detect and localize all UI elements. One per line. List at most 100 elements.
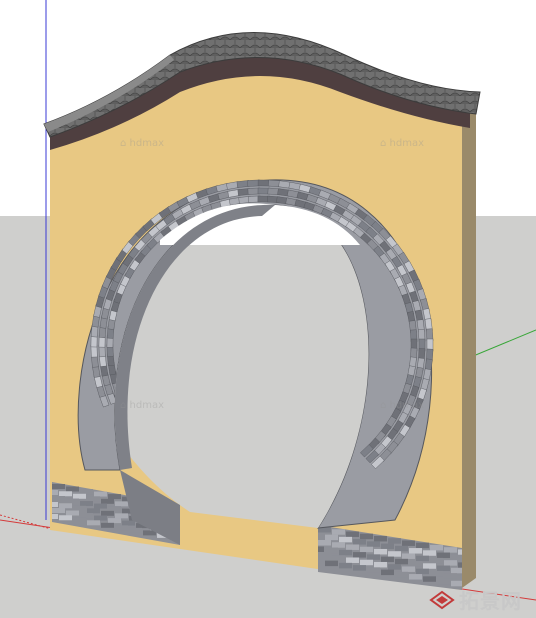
brick — [395, 558, 408, 565]
brick — [80, 501, 93, 507]
brick — [332, 555, 345, 561]
brick — [395, 545, 408, 552]
brick — [444, 573, 457, 579]
brick — [52, 502, 58, 507]
brick — [325, 547, 338, 554]
brick — [430, 570, 443, 577]
brick — [122, 520, 135, 526]
brick — [430, 557, 443, 564]
brick — [388, 538, 401, 544]
brick — [353, 552, 366, 558]
brick — [395, 571, 408, 578]
brick — [87, 496, 100, 502]
brick — [73, 517, 86, 523]
brick — [94, 515, 107, 521]
brick — [318, 559, 324, 565]
brick — [318, 540, 331, 546]
brick — [73, 505, 86, 511]
brick — [458, 549, 462, 555]
brick — [416, 555, 429, 562]
brick — [115, 513, 128, 519]
brick — [388, 551, 401, 557]
brick — [423, 563, 436, 569]
brick — [59, 491, 72, 497]
brick — [381, 543, 394, 550]
brick — [339, 562, 352, 569]
brick — [59, 503, 72, 509]
brick — [458, 562, 462, 568]
brick — [381, 569, 394, 576]
brick — [332, 529, 345, 535]
brick — [87, 520, 100, 526]
brick — [325, 560, 338, 567]
brick — [80, 513, 93, 519]
brick — [444, 560, 457, 566]
wall-side-face — [462, 110, 476, 588]
brick — [318, 533, 324, 539]
brick — [346, 544, 359, 550]
brick — [108, 506, 121, 512]
brick — [388, 564, 401, 570]
brick — [451, 567, 462, 574]
brick — [430, 544, 443, 551]
brick — [409, 548, 422, 554]
brick — [423, 576, 436, 582]
model-viewport[interactable]: ⌂ hdmax ⌂ hdmax ⌂ hdmax ⌂ hdmax — [0, 0, 536, 618]
brick — [339, 536, 352, 543]
brick — [318, 553, 331, 559]
brick — [101, 522, 114, 528]
brick — [416, 568, 429, 575]
brick — [80, 489, 93, 495]
brick — [402, 540, 415, 546]
brick — [94, 503, 107, 509]
brick — [409, 574, 422, 580]
brick — [444, 547, 457, 553]
brick — [437, 552, 450, 559]
brick — [332, 542, 345, 548]
brick — [101, 510, 114, 516]
brick — [87, 508, 100, 514]
brick — [402, 553, 415, 559]
brick — [374, 548, 387, 555]
brick — [66, 510, 79, 516]
brick — [451, 580, 462, 587]
brick — [353, 539, 366, 545]
brick — [325, 534, 338, 541]
brick — [367, 541, 380, 547]
brick — [59, 515, 72, 521]
brick — [360, 559, 373, 566]
brick — [52, 484, 65, 489]
brick — [339, 549, 352, 556]
brick — [423, 550, 436, 556]
brick — [437, 565, 450, 572]
brick — [367, 554, 380, 560]
brick — [108, 494, 121, 500]
brick — [318, 546, 324, 552]
brick — [66, 486, 79, 492]
brick — [451, 554, 462, 561]
brick — [52, 490, 58, 495]
brick — [374, 535, 387, 542]
brick — [52, 508, 65, 513]
brick — [115, 525, 128, 531]
brick — [73, 493, 86, 499]
brick — [66, 498, 79, 504]
brick — [367, 567, 380, 573]
brick — [52, 514, 58, 519]
brick — [374, 561, 387, 568]
brick — [416, 542, 429, 549]
brick — [402, 566, 415, 572]
brick — [360, 546, 373, 553]
brick — [360, 533, 373, 540]
brick — [346, 557, 359, 563]
brick — [129, 527, 142, 533]
brick — [101, 498, 114, 504]
brick — [52, 496, 65, 501]
brick — [458, 575, 462, 581]
brick — [346, 531, 359, 537]
brick — [94, 491, 107, 497]
brick — [381, 556, 394, 563]
brick — [353, 565, 366, 571]
brick — [108, 518, 121, 524]
brick — [409, 561, 422, 567]
